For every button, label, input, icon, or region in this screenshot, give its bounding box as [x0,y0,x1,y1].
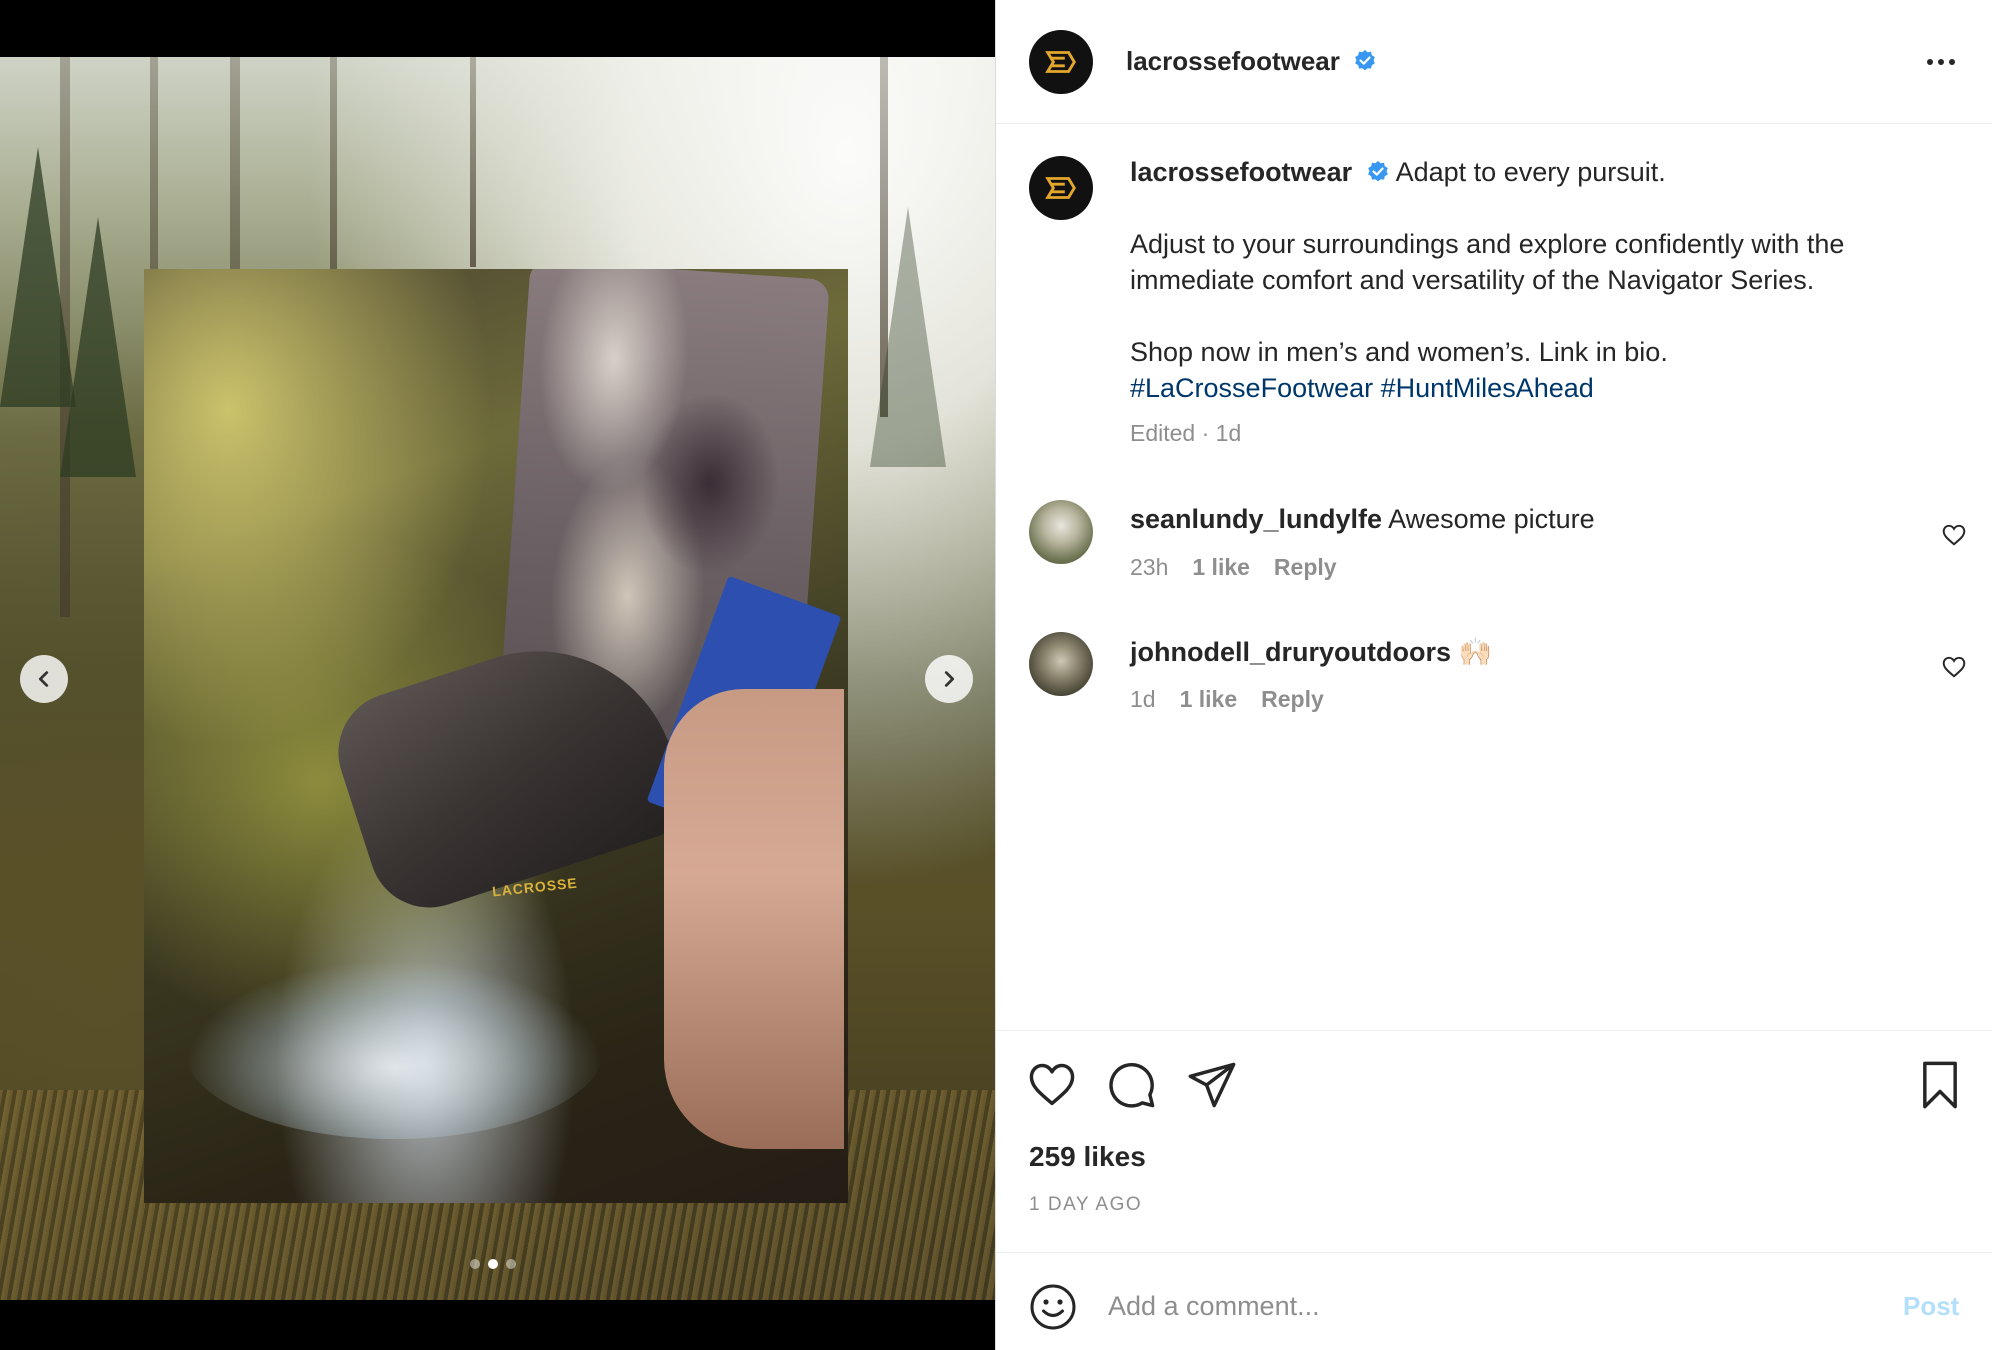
hand [664,689,844,1149]
caption-text: lacrossefootwear Adapt to every pursuit.… [1130,154,1960,406]
smiley-icon[interactable] [1029,1283,1077,1331]
comment-bubble-icon [1109,1063,1155,1108]
like-button[interactable] [1026,1059,1078,1111]
post-comment-button[interactable]: Post [1903,1291,1959,1322]
carousel-prev-button[interactable] [20,655,68,703]
caption-line-3: Shop now in men’s and women’s. Link in b… [1130,337,1668,367]
carousel-indicator [470,1259,516,1269]
post-header: lacrossefootwear [996,0,1992,124]
carousel-dot [470,1259,480,1269]
brand-logo-icon [1045,51,1076,73]
comment-likes[interactable]: 1 like [1192,554,1250,581]
background-tree [470,57,476,267]
caption-line-2: Adjust to your surroundings and explore … [1130,229,1845,295]
comment-text: 🙌🏻 [1458,637,1493,667]
more-options-button[interactable] [1921,44,1961,80]
comment-item: johnodell_druryoutdoors 🙌🏻 1d 1 like Rep… [996,632,1992,732]
comment-username[interactable]: johnodell_druryoutdoors [1130,637,1451,667]
avatar[interactable] [1029,156,1093,220]
comment-input[interactable] [1108,1281,1808,1331]
caption-line-1: Adapt to every pursuit. [1395,157,1666,187]
hashtag-link[interactable]: #LaCrosseFootwear [1130,373,1373,403]
comment-time: 23h [1130,554,1169,580]
add-comment-bar: Post [996,1252,1992,1350]
post-details-panel: lacrossefootwear lacrossefootwear Adapt … [995,0,1992,1350]
chevron-left-icon [38,671,49,687]
username-text[interactable]: lacrossefootwear [1126,46,1340,76]
background-pine [870,207,946,467]
comment-likes[interactable]: 1 like [1180,686,1238,713]
comment-item: seanlundy_lundylfe Awesome picture 23h 1… [996,500,1992,600]
heart-icon[interactable] [1941,654,1967,680]
post-photo: LACROSSE [144,269,848,1203]
post-timestamp[interactable]: 1 day ago [1029,1194,1142,1216]
reply-button[interactable]: Reply [1274,554,1337,581]
comment-meta: 23h 1 like Reply [1130,554,1337,581]
heart-icon[interactable] [1941,522,1967,548]
comment-text: Awesome picture [1388,504,1595,534]
carousel-dot-active [488,1259,498,1269]
brand-logo-icon [1045,177,1076,199]
caption-meta: Edited · 1d [1130,420,1242,446]
carousel-dot [506,1259,516,1269]
comment-button[interactable] [1106,1059,1158,1111]
share-button[interactable] [1186,1059,1238,1111]
heart-icon [1029,1063,1075,1106]
save-button[interactable] [1914,1059,1966,1111]
carousel-next-button[interactable] [925,655,973,703]
verified-badge-icon [1367,161,1388,182]
background-pine [60,217,136,477]
likes-count[interactable]: 259 likes [1029,1141,1146,1173]
verified-badge-icon [1355,50,1375,71]
media-pane: LACROSSE [0,0,995,1350]
post-actions: 259 likes 1 day ago [996,1030,1992,1250]
avatar[interactable] [1029,30,1093,94]
avatar[interactable] [1029,500,1093,564]
post-author-username[interactable]: lacrossefootwear [1126,46,1377,77]
comment-body: seanlundy_lundylfe Awesome picture [1130,504,1595,535]
water-splash [184,959,604,1139]
comment-body: johnodell_druryoutdoors 🙌🏻 [1130,636,1492,668]
bookmark-icon [1923,1061,1957,1109]
avatar[interactable] [1029,632,1093,696]
post-image-background: LACROSSE [0,57,995,1300]
comment-username[interactable]: seanlundy_lundylfe [1130,504,1382,534]
hashtag-link[interactable]: #HuntMilesAhead [1381,373,1594,403]
more-horizontal-icon [1927,59,1955,65]
reply-button[interactable]: Reply [1261,686,1324,713]
comment-meta: 1d 1 like Reply [1130,686,1324,713]
chevron-right-icon [944,671,955,687]
paper-plane-icon [1188,1062,1236,1108]
caption-username[interactable]: lacrossefootwear [1130,157,1352,187]
comment-time: 1d [1130,686,1156,712]
